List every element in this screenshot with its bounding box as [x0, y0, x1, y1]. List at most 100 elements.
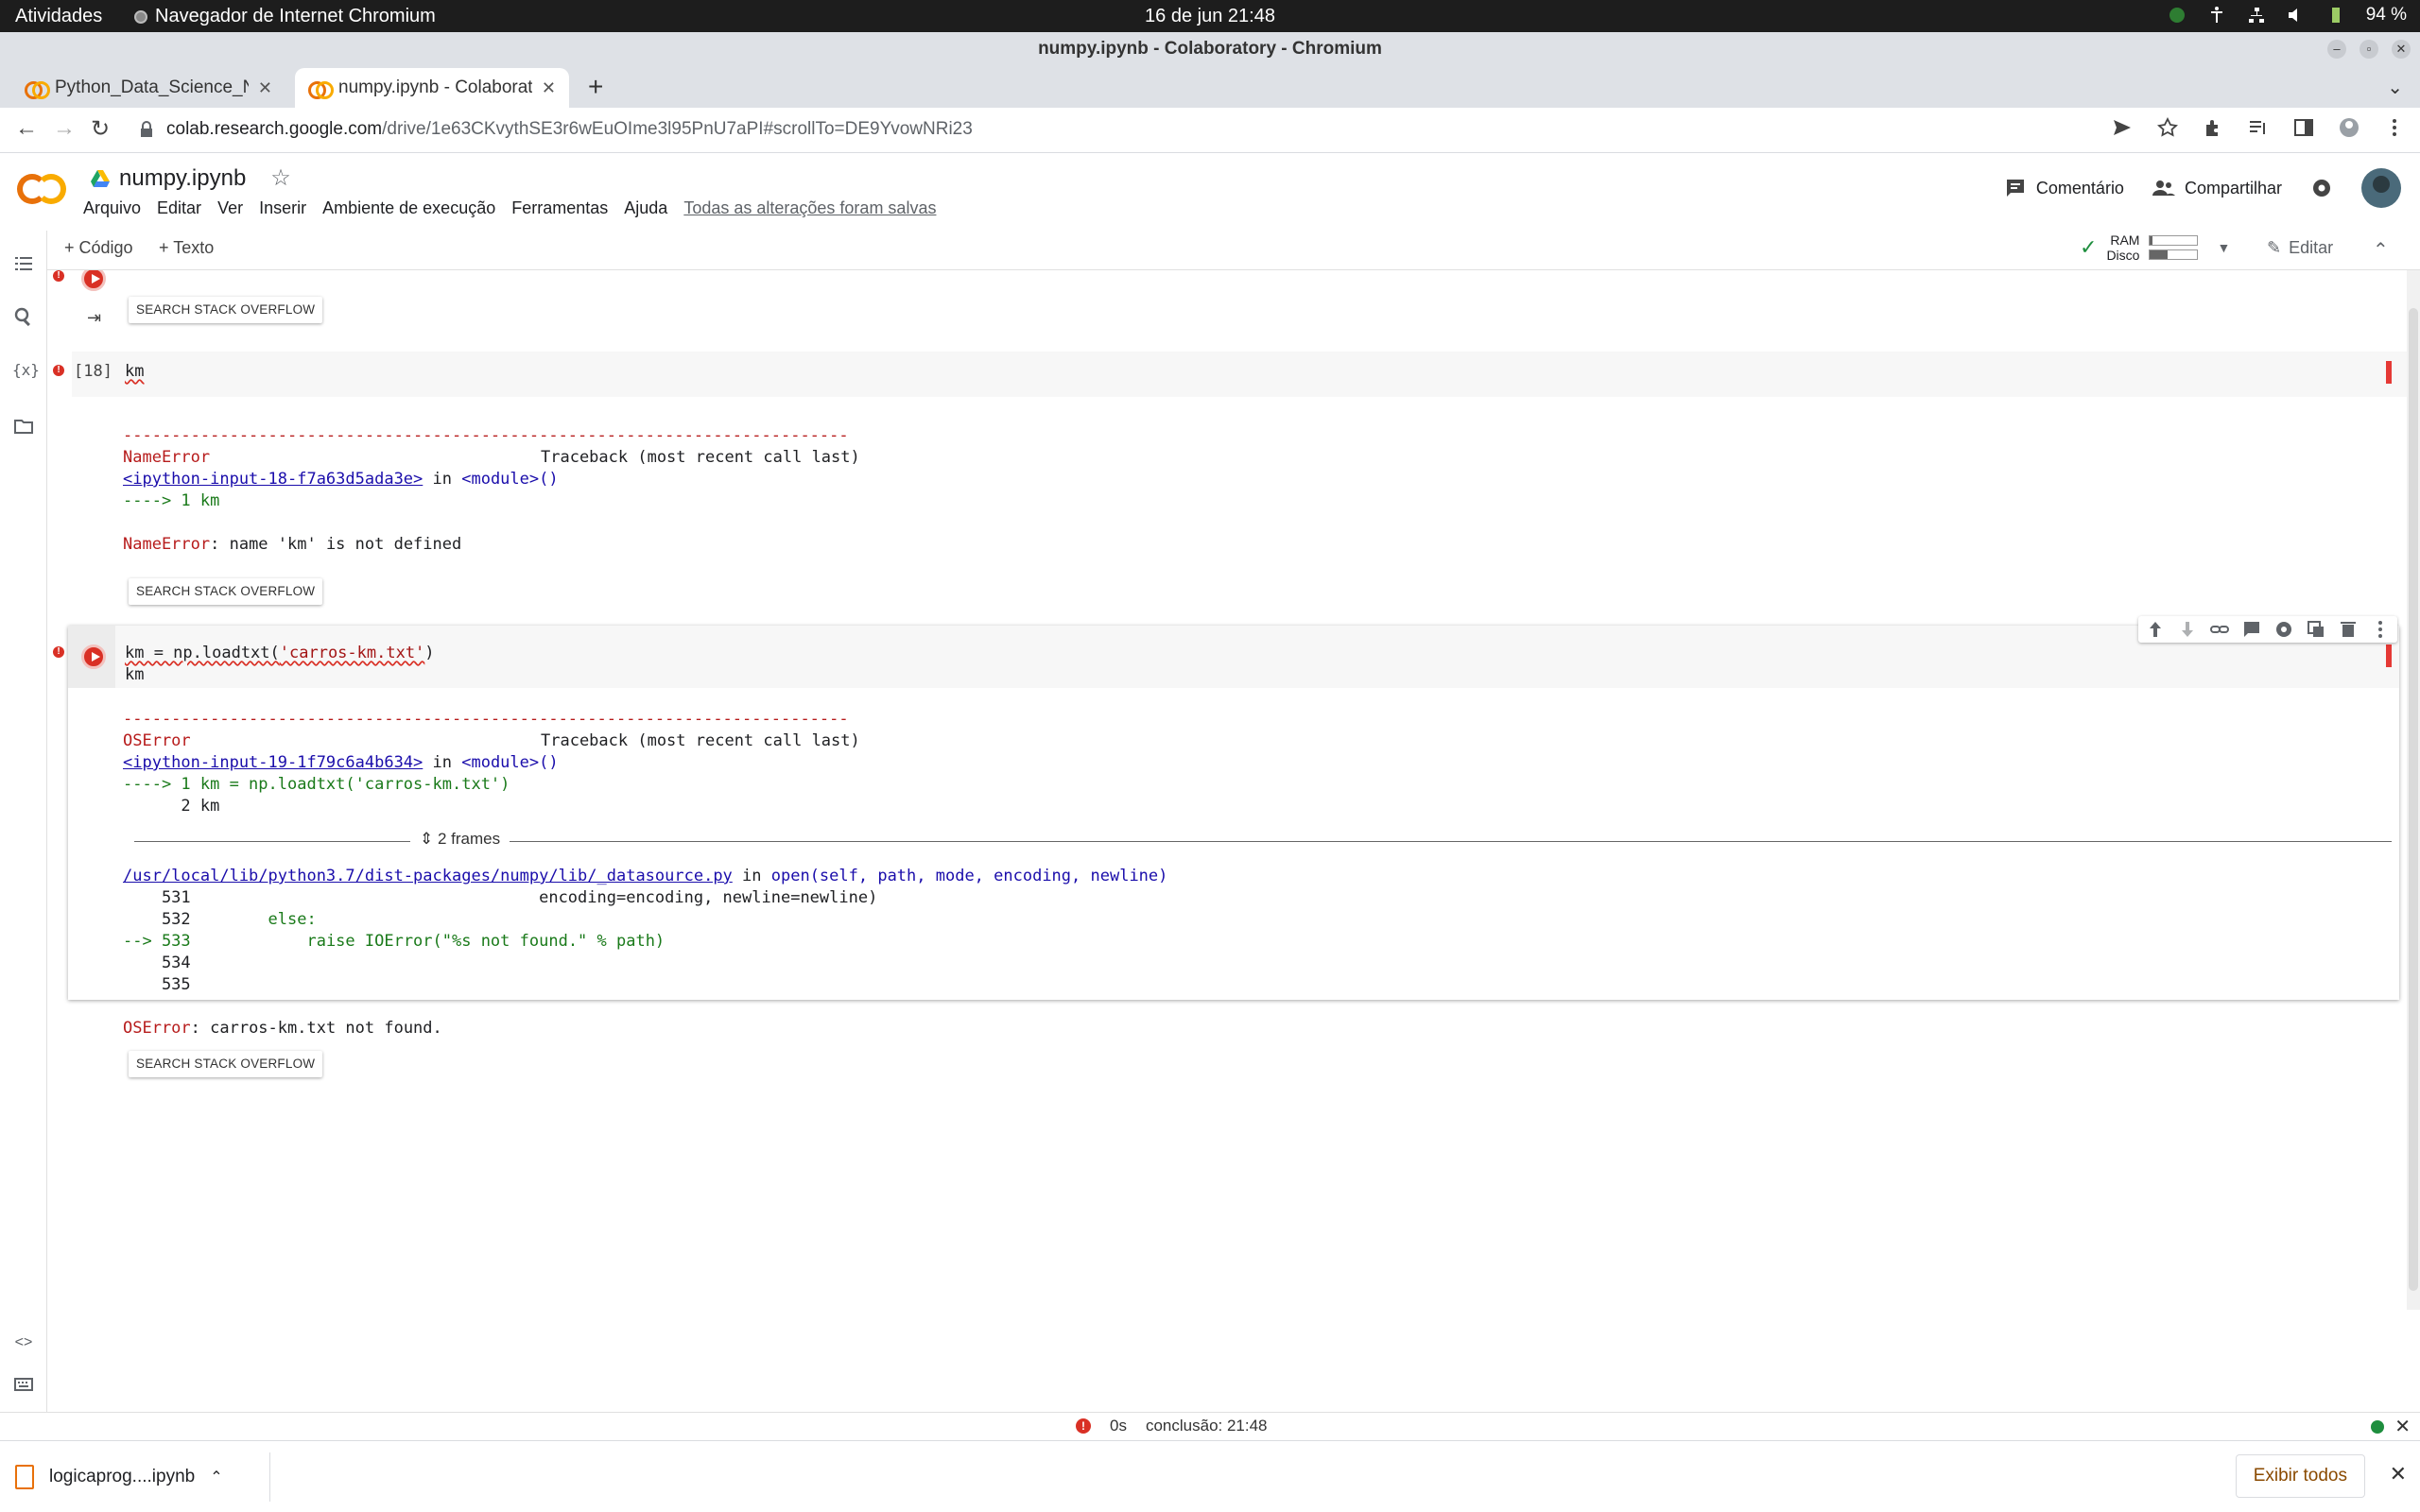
error-indicator-icon: !	[53, 365, 64, 376]
chevron-up-icon[interactable]: ⌃	[210, 1468, 222, 1486]
source-line-533-code: raise IOError("%s not found." % path)	[190, 932, 666, 951]
run-cell-button[interactable]	[81, 270, 106, 291]
menu-arquivo[interactable]: Arquivo	[83, 198, 141, 218]
source-line-535: 535	[123, 975, 191, 994]
search-stack-overflow-button[interactable]: SEARCH STACK OVERFLOW	[129, 1051, 323, 1077]
minimize-icon[interactable]: –	[2327, 40, 2346, 59]
user-avatar[interactable]	[2361, 168, 2401, 208]
runtime-dropdown-icon[interactable]: ▼	[2217, 240, 2230, 255]
reload-icon[interactable]: ↻	[91, 115, 110, 143]
menu-inserir[interactable]: Inserir	[259, 198, 306, 218]
close-tab-icon[interactable]: ✕	[258, 78, 272, 98]
error-type: OSError	[123, 731, 191, 750]
show-all-downloads-button[interactable]: Exibir todos	[2235, 1454, 2365, 1498]
traceback-line: ----> 1 km = np.loadtxt('carros-km.txt')	[123, 775, 510, 794]
ipython-input-link[interactable]: <ipython-input-18-f7a63d5ada3e>	[123, 470, 423, 489]
tab-search-icon[interactable]: ⌄	[2387, 76, 2403, 99]
search-icon[interactable]	[12, 306, 35, 329]
url-field[interactable]: colab.research.google.com/drive/1e63CKvy…	[166, 119, 973, 140]
comment-button[interactable]: Comentário	[2004, 177, 2124, 199]
close-tab-icon[interactable]: ✕	[542, 78, 556, 98]
lock-icon[interactable]	[140, 121, 153, 138]
app-menu[interactable]: Navegador de Internet Chromium	[134, 6, 436, 27]
forward-icon[interactable]: →	[53, 115, 76, 142]
menu-ver[interactable]: Ver	[217, 198, 243, 218]
move-up-icon[interactable]	[2146, 620, 2165, 639]
traceback-divider: ----------------------------------------…	[123, 710, 849, 729]
run-cell-button[interactable]	[81, 644, 106, 669]
execution-status[interactable]: ! 0s conclusão: 21:48	[1076, 1417, 1268, 1435]
search-stack-overflow-button[interactable]: SEARCH STACK OVERFLOW	[129, 297, 323, 323]
add-text-button[interactable]: + Texto	[159, 238, 214, 258]
files-folder-icon[interactable]	[12, 416, 35, 438]
colab-favicon-icon	[25, 81, 50, 99]
notebook-name[interactable]: numpy.ipynb	[119, 165, 246, 192]
link-icon[interactable]	[2210, 620, 2229, 639]
add-code-button[interactable]: + Código	[64, 238, 133, 258]
colab-logo[interactable]	[17, 174, 68, 204]
move-down-icon[interactable]	[2178, 620, 2197, 639]
cell-code[interactable]: km	[125, 361, 144, 383]
ram-label: RAM	[2110, 232, 2140, 248]
scrollbar[interactable]	[2407, 270, 2420, 1310]
ipython-input-link[interactable]: <ipython-input-19-1f79c6a4b634>	[123, 753, 423, 772]
cell-settings-icon[interactable]	[2274, 620, 2293, 639]
output-actions-icon[interactable]: ⇥	[87, 308, 101, 328]
table-of-contents-icon[interactable]	[12, 253, 35, 276]
cell-code[interactable]: km = np.loadtxt('carros-km.txt') km	[125, 643, 435, 686]
url-host: colab.research.google.com	[166, 119, 383, 139]
chrome-menu-icon[interactable]	[2384, 117, 2405, 138]
resources-indicator[interactable]: ✓ RAM Disco ▼	[2080, 232, 2230, 263]
restore-icon[interactable]: ▫	[2360, 40, 2378, 59]
reading-list-icon[interactable]	[2248, 117, 2269, 138]
traceback-heading: Traceback (most recent call last)	[541, 448, 860, 467]
delete-icon[interactable]	[2339, 620, 2358, 639]
code-snippets-icon[interactable]: <>	[12, 1334, 35, 1357]
expand-frames-button[interactable]: ⇕ 2 frames	[410, 830, 510, 849]
datasource-link[interactable]: /usr/local/lib/python3.7/dist-packages/n…	[123, 867, 733, 885]
variables-icon[interactable]: {x}	[12, 361, 40, 384]
star-icon[interactable]: ☆	[270, 164, 291, 192]
new-tab-icon[interactable]: +	[588, 72, 603, 102]
save-status-link[interactable]: Todas as alterações foram salvas	[683, 198, 936, 218]
edit-button[interactable]: ✎ Editar	[2267, 238, 2333, 258]
menu-ambiente[interactable]: Ambiente de execução	[322, 198, 495, 218]
completion-time: conclusão: 21:48	[1145, 1417, 1268, 1435]
code-cell-18[interactable]	[72, 352, 2407, 397]
chromium-icon	[134, 9, 147, 24]
menu-editar[interactable]: Editar	[157, 198, 201, 218]
collapse-header-icon[interactable]: ⌃	[2373, 238, 2389, 262]
share-button[interactable]: Compartilhar	[2152, 177, 2282, 199]
close-window-icon[interactable]: ✕	[2392, 40, 2411, 59]
accessibility-icon	[2210, 7, 2222, 23]
window-title: numpy.ipynb - Colaboratory - Chromium	[1038, 39, 1382, 59]
tab-python-data-science[interactable]: Python_Data_Science_Nu ✕	[11, 68, 285, 108]
google-drive-icon[interactable]	[91, 169, 110, 187]
activities-button[interactable]: Atividades	[15, 6, 102, 27]
tab-title: numpy.ipynb - Colaborato	[338, 77, 532, 97]
side-panel-icon[interactable]	[2293, 117, 2314, 138]
download-item[interactable]: logicaprog....ipynb ⌃	[15, 1452, 270, 1502]
connection-status-icon	[2371, 1420, 2384, 1434]
tab-numpy[interactable]: numpy.ipynb - Colaborato ✕	[295, 68, 569, 108]
profile-icon[interactable]	[2339, 117, 2360, 138]
command-palette-icon[interactable]	[12, 1374, 35, 1397]
settings-gear-icon[interactable]	[2310, 177, 2333, 199]
extensions-icon[interactable]	[2203, 117, 2223, 138]
system-tray[interactable]: 94 %	[2168, 5, 2407, 26]
battery-icon	[2331, 8, 2340, 23]
close-status-icon[interactable]: ✕	[2394, 1415, 2411, 1438]
comment-cell-icon[interactable]	[2242, 620, 2261, 639]
send-icon[interactable]	[2112, 117, 2133, 138]
mirror-cell-icon[interactable]	[2307, 620, 2325, 639]
more-options-icon[interactable]	[2371, 620, 2390, 639]
menu-ferramentas[interactable]: Ferramentas	[511, 198, 608, 218]
search-stack-overflow-button[interactable]: SEARCH STACK OVERFLOW	[129, 578, 323, 605]
final-error-type: NameError	[123, 535, 211, 554]
back-icon[interactable]: ←	[15, 115, 38, 142]
bookmark-star-icon[interactable]	[2157, 117, 2178, 138]
execution-time: 0s	[1110, 1417, 1127, 1435]
scrollbar-thumb[interactable]	[2409, 308, 2418, 1291]
close-download-bar-icon[interactable]: ✕	[2390, 1462, 2407, 1486]
menu-ajuda[interactable]: Ajuda	[624, 198, 667, 218]
